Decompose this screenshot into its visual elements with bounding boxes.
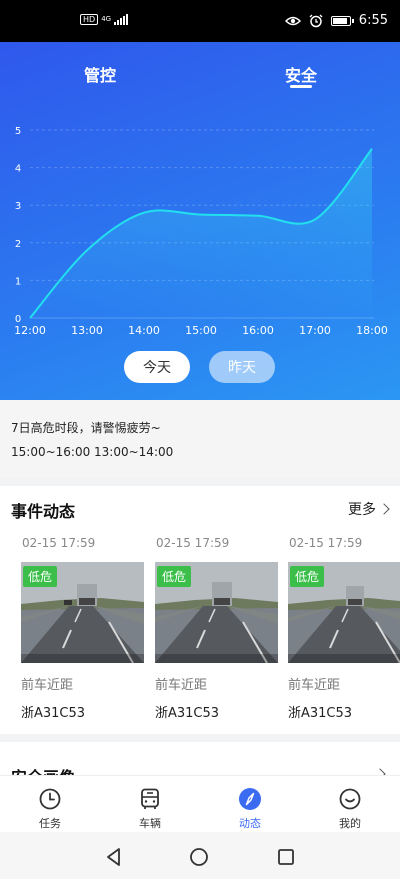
risk-badge: 低危 [23, 566, 58, 587]
event-thumbnail[interactable]: 低危 [288, 562, 400, 663]
status-right: 6:55 [284, 13, 388, 28]
chevron-right-icon [378, 503, 390, 515]
hd-badge: HD [80, 14, 99, 25]
x-tick-label: 17:00 [299, 324, 331, 337]
chart-area [30, 148, 372, 318]
notice-periods: 15:00~16:00 13:00~14:00 [11, 445, 174, 459]
more-link[interactable]: 更多 [348, 499, 390, 519]
y-tick-label: 2 [15, 239, 21, 250]
event-card[interactable]: 02-15 17:59 低危 前车近距 浙A31C53 [288, 536, 400, 721]
event-type: 前车近距 [21, 678, 74, 693]
y-tick-label: 3 [15, 201, 21, 212]
nav-label: 车辆 [139, 817, 161, 830]
status-bar: HD 4G 6:55 [0, 0, 400, 42]
risk-notice: 7日高危时段，请警惕疲劳~ 15:00~16:00 13:00~14:00 [0, 400, 400, 478]
nav-item-tasks[interactable]: 任务 [20, 787, 80, 831]
compass-icon [239, 788, 261, 810]
x-tick-label: 16:00 [242, 324, 274, 337]
y-tick-label: 4 [15, 164, 21, 175]
status-left: HD 4G [80, 14, 129, 25]
x-tick-label: 14:00 [128, 324, 160, 337]
event-plate: 浙A31C53 [288, 706, 353, 721]
event-thumbnail[interactable]: 低危 [21, 562, 144, 663]
event-thumbnail[interactable]: 低危 [155, 562, 278, 663]
risk-badge: 低危 [157, 566, 192, 587]
alarm-icon [309, 14, 323, 27]
event-card[interactable]: 02-15 17:59 低危 前车近距 浙A31C53 [21, 536, 145, 721]
risk-chart: 012345 12:00 13:00 14:00 15:00 16:00 17:00 18:… [14, 126, 388, 337]
event-time: 02-15 17:59 [289, 536, 363, 550]
x-tick-label: 18:00 [356, 324, 388, 337]
event-plate: 浙A31C53 [21, 706, 86, 721]
notice-text: 7日高危时段，请警惕疲劳~ [11, 421, 161, 435]
yesterday-button[interactable]: 昨天 [209, 351, 275, 383]
x-tick-label: 13:00 [71, 324, 103, 337]
nav-label: 我的 [339, 817, 361, 830]
event-type: 前车近距 [288, 678, 341, 693]
events-title: 事件动态 [11, 502, 76, 521]
x-tick-label: 15:00 [185, 324, 217, 337]
battery-icon [330, 15, 354, 26]
smile-icon [339, 788, 361, 810]
clock-icon [39, 788, 61, 810]
event-time: 02-15 17:59 [22, 536, 96, 550]
nav-item-vehicles[interactable]: 车辆 [120, 787, 180, 831]
recents-square-icon[interactable] [276, 847, 296, 867]
nav-item-activity[interactable]: 动态 [220, 787, 280, 831]
network-type: 4G [101, 15, 112, 23]
y-tick-label: 5 [15, 126, 21, 137]
x-tick-label: 12:00 [14, 324, 46, 337]
nav-label: 动态 [239, 817, 261, 830]
event-type: 前车近距 [155, 678, 208, 693]
system-nav-bar [0, 832, 400, 879]
event-time: 02-15 17:59 [156, 536, 230, 550]
y-tick-label: 1 [15, 276, 21, 287]
event-card[interactable]: 02-15 17:59 低危 前车近距 浙A31C53 [155, 536, 279, 721]
nav-label: 任务 [39, 817, 61, 830]
events-section: 事件动态 更多 02-15 17:59 低危 前车近距 浙A31C53 02-1… [0, 486, 400, 734]
hero-panel: 管控 安全 012345 12:00 13:00 14:00 15:00 16:00 17… [0, 42, 400, 400]
bottom-nav: 任务 车辆 动态 我的 [0, 775, 400, 832]
home-circle-icon[interactable] [189, 847, 209, 867]
event-plate: 浙A31C53 [155, 706, 220, 721]
today-button[interactable]: 今天 [124, 351, 190, 383]
risk-badge: 低危 [290, 566, 325, 587]
clock-time: 6:55 [358, 13, 388, 28]
more-label: 更多 [348, 502, 376, 518]
bus-icon [141, 788, 159, 809]
nav-item-profile[interactable]: 我的 [320, 787, 380, 831]
eye-icon [284, 16, 301, 25]
signal-icon [114, 14, 129, 25]
back-triangle-icon[interactable] [104, 847, 124, 867]
